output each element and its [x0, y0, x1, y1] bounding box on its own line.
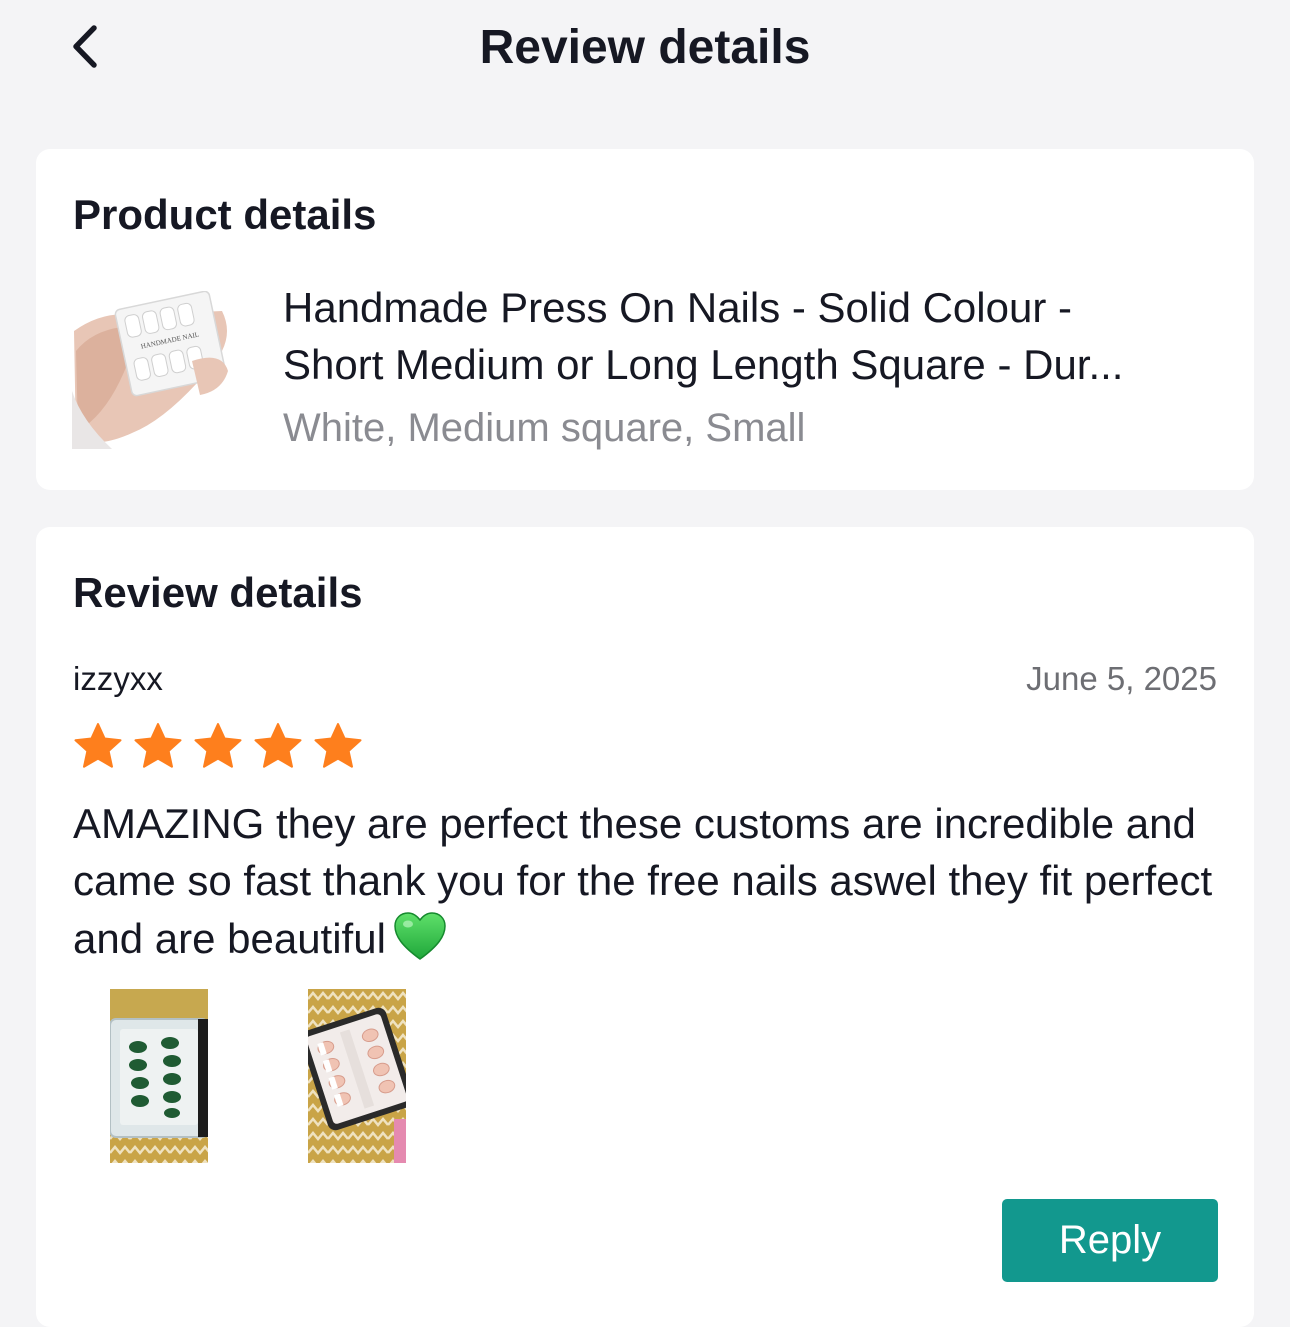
- star-icon: [254, 723, 302, 768]
- review-photo-1[interactable]: [110, 989, 208, 1163]
- star-icon: [194, 723, 242, 768]
- top-bar: Review details: [0, 0, 1290, 100]
- review-text: AMAZING they are perfect these customs a…: [73, 795, 1233, 967]
- star-rating: [73, 721, 373, 771]
- review-body: AMAZING they are perfect these customs a…: [73, 800, 1213, 962]
- star-icon: [134, 723, 182, 768]
- product-variant: White, Medium square, Small: [283, 406, 806, 450]
- product-name-line-1: Handmade Press On Nails - Solid Colour -: [283, 284, 1072, 331]
- product-name[interactable]: Handmade Press On Nails - Solid Colour -…: [283, 279, 1223, 393]
- product-details-heading: Product details: [73, 191, 377, 238]
- star-icon: [314, 723, 362, 768]
- product-details-card: Product details HANDMADE NAIL Handmade P…: [36, 149, 1254, 490]
- review-details-card: Review details izzyxx June 5, 2025 AMAZI…: [36, 527, 1254, 1327]
- product-thumbnail[interactable]: HANDMADE NAIL: [72, 290, 232, 449]
- reviewer-name: izzyxx: [73, 660, 163, 697]
- page-title: Review details: [479, 21, 811, 74]
- review-date: June 5, 2025: [1026, 660, 1217, 697]
- review-details-heading: Review details: [73, 569, 363, 616]
- product-name-line-2: Short Medium or Long Length Square - Dur…: [283, 341, 1124, 388]
- green-heart-icon: [394, 912, 446, 960]
- star-icon: [74, 723, 122, 768]
- reply-button[interactable]: Reply: [1002, 1199, 1218, 1282]
- review-photo-2[interactable]: [308, 989, 406, 1163]
